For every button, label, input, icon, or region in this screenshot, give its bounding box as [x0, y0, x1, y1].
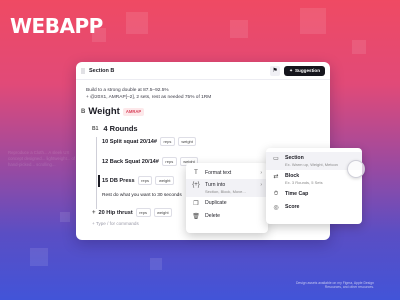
- delete-icon: 🗑: [192, 214, 200, 220]
- submenu-item-label: Time Cap: [285, 191, 309, 197]
- suggestion-button[interactable]: ✦ Suggestion: [284, 65, 325, 76]
- plus-icon[interactable]: +: [92, 210, 96, 216]
- amrap-badge: AMRAP: [122, 107, 145, 116]
- submenu-item-score[interactable]: ◎ Score: [266, 201, 362, 214]
- score-icon: ◎: [273, 205, 279, 211]
- background-square: [30, 248, 48, 266]
- reps-tag[interactable]: reps: [137, 176, 153, 185]
- block-title: Weight: [88, 106, 120, 117]
- exercise-row[interactable]: + 20 Hip thrust reps weight: [92, 208, 173, 217]
- rounds-title: 4 Rounds: [103, 124, 138, 133]
- chevron-right-icon: ›: [260, 182, 262, 188]
- command-input[interactable]: + Type / for commands: [92, 221, 139, 226]
- menu-item-duplicate[interactable]: ❐ Duplicate: [186, 197, 268, 210]
- turn-into-icon: {+}: [192, 182, 200, 188]
- turn-into-submenu: ▭ Section Ex. Warm up, Weight, Metcon ⇄ …: [266, 148, 362, 224]
- submenu-item-text: Block Ex. 3 Rounds, 5 Sets: [285, 173, 356, 185]
- submenu-item-text: Section Ex. Warm up, Weight, Metcon: [285, 155, 356, 167]
- background-ghost-text: Reproduce a Cloth... A sleek UX concept …: [8, 150, 76, 168]
- block-icon: ⇄: [273, 174, 279, 180]
- section-description[interactable]: Build to a strong double at 87.5–92.5% +…: [86, 87, 211, 101]
- exercise-name: 15 DB Press: [102, 177, 135, 184]
- exercise-name: 20 Hip thrust: [98, 209, 133, 216]
- sparkle-icon: ✦: [289, 67, 293, 73]
- background-square: [352, 40, 366, 54]
- section-icon: ▭: [273, 156, 279, 162]
- block-header[interactable]: B Weight AMRAP: [81, 106, 145, 117]
- exercise-name: 10 Split squat 20/14#: [102, 138, 158, 145]
- exercise-name: 12 Back Squat 20/14#: [102, 158, 159, 165]
- chevron-right-icon: ›: [260, 170, 262, 176]
- weight-tag[interactable]: weight: [153, 208, 173, 217]
- rest-text: Rest do what you want to 30 seconds: [102, 193, 182, 198]
- description-line: + @20X1, AMRAP[–2], 2 sets, rest as need…: [86, 95, 212, 100]
- submenu-item-text: Time Cap: [285, 191, 356, 197]
- weight-tag[interactable]: weight: [155, 176, 174, 185]
- menu-item-format-text[interactable]: T Format text ›: [186, 167, 268, 179]
- menu-item-label: Delete: [205, 213, 220, 219]
- reps-tag[interactable]: reps: [135, 208, 151, 217]
- brand-logo: WEBAPP: [10, 14, 103, 38]
- menu-item-delete[interactable]: 🗑 Delete: [186, 210, 268, 223]
- submenu-item-label: Score: [285, 204, 300, 210]
- submenu-item-text: Score: [285, 204, 356, 210]
- panel-header: Section B ⚑ ✦ Suggestion: [76, 62, 330, 80]
- drag-handle-icon[interactable]: [81, 67, 85, 74]
- section-title: Section B: [89, 67, 115, 74]
- submenu-item-desc: Ex. 3 Rounds, 5 Sets: [285, 180, 323, 185]
- cursor-indicator: [347, 160, 365, 178]
- submenu-item-label: Section: [285, 155, 304, 161]
- rounds-connector-line: [96, 137, 97, 209]
- menu-item-sub: Section, Block, Move...: [205, 189, 246, 194]
- suggestion-label: Suggestion: [294, 68, 320, 73]
- submenu-item-label: Block: [285, 173, 300, 179]
- timer-icon: ⏱: [273, 191, 279, 197]
- background-square: [300, 8, 326, 34]
- menu-item-turn-into[interactable]: {+} Turn into Section, Block, Move... ›: [186, 179, 268, 197]
- background-square: [60, 212, 70, 222]
- background-square: [230, 20, 248, 38]
- exercise-row[interactable]: 10 Split squat 20/14# reps weight: [102, 137, 197, 146]
- description-line: Build to a strong double at 87.5–92.5%: [86, 88, 169, 93]
- menu-item-text: Turn into Section, Block, Move...: [205, 182, 255, 194]
- selection-indicator: [98, 175, 100, 187]
- rounds-index: B1: [92, 125, 99, 132]
- weight-tag[interactable]: weight: [177, 137, 197, 146]
- rest-note[interactable]: Rest do what you want to 30 seconds: [102, 193, 182, 198]
- bookmark-icon[interactable]: ⚑: [270, 65, 281, 76]
- menu-item-label: Format text: [205, 170, 232, 176]
- context-menu: T Format text › {+} Turn into Section, B…: [186, 163, 268, 233]
- rounds-header[interactable]: B1 4 Rounds: [92, 124, 138, 133]
- duplicate-icon: ❐: [193, 201, 199, 207]
- submenu-item-time-cap[interactable]: ⏱ Time Cap: [266, 188, 362, 201]
- exercise-row-selected[interactable]: 15 DB Press reps weight: [102, 176, 174, 185]
- block-letter: B: [81, 108, 86, 115]
- exercise-row[interactable]: 12 Back Squat 20/14# reps weight: [102, 157, 199, 166]
- menu-item-label: Turn into: [205, 182, 226, 188]
- reps-tag[interactable]: reps: [161, 157, 177, 166]
- background-square: [150, 258, 162, 270]
- menu-item-label: Duplicate: [205, 200, 227, 206]
- submenu-item-desc: Ex. Warm up, Weight, Metcon: [285, 162, 338, 167]
- footnote: Design assets available on my Figma, App…: [295, 280, 374, 290]
- text-icon: T: [194, 170, 198, 176]
- reps-tag[interactable]: reps: [160, 137, 175, 146]
- background-square: [126, 12, 148, 34]
- command-hint: Type / for commands: [95, 221, 139, 226]
